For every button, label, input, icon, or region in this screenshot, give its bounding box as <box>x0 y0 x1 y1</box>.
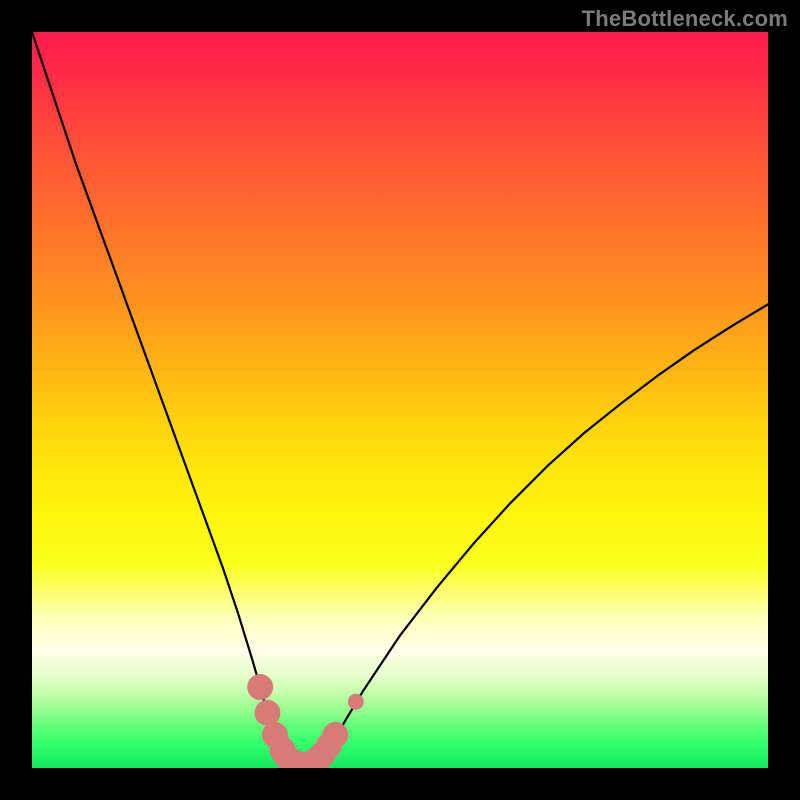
data-marker <box>322 722 348 748</box>
data-marker <box>247 674 273 700</box>
chart-frame: TheBottleneck.com <box>0 0 800 800</box>
watermark-text: TheBottleneck.com <box>582 6 788 32</box>
data-marker <box>348 694 364 710</box>
bottleneck-curve <box>32 32 768 765</box>
chart-svg <box>32 32 768 768</box>
data-marker <box>255 700 281 726</box>
plot-area <box>32 32 768 768</box>
